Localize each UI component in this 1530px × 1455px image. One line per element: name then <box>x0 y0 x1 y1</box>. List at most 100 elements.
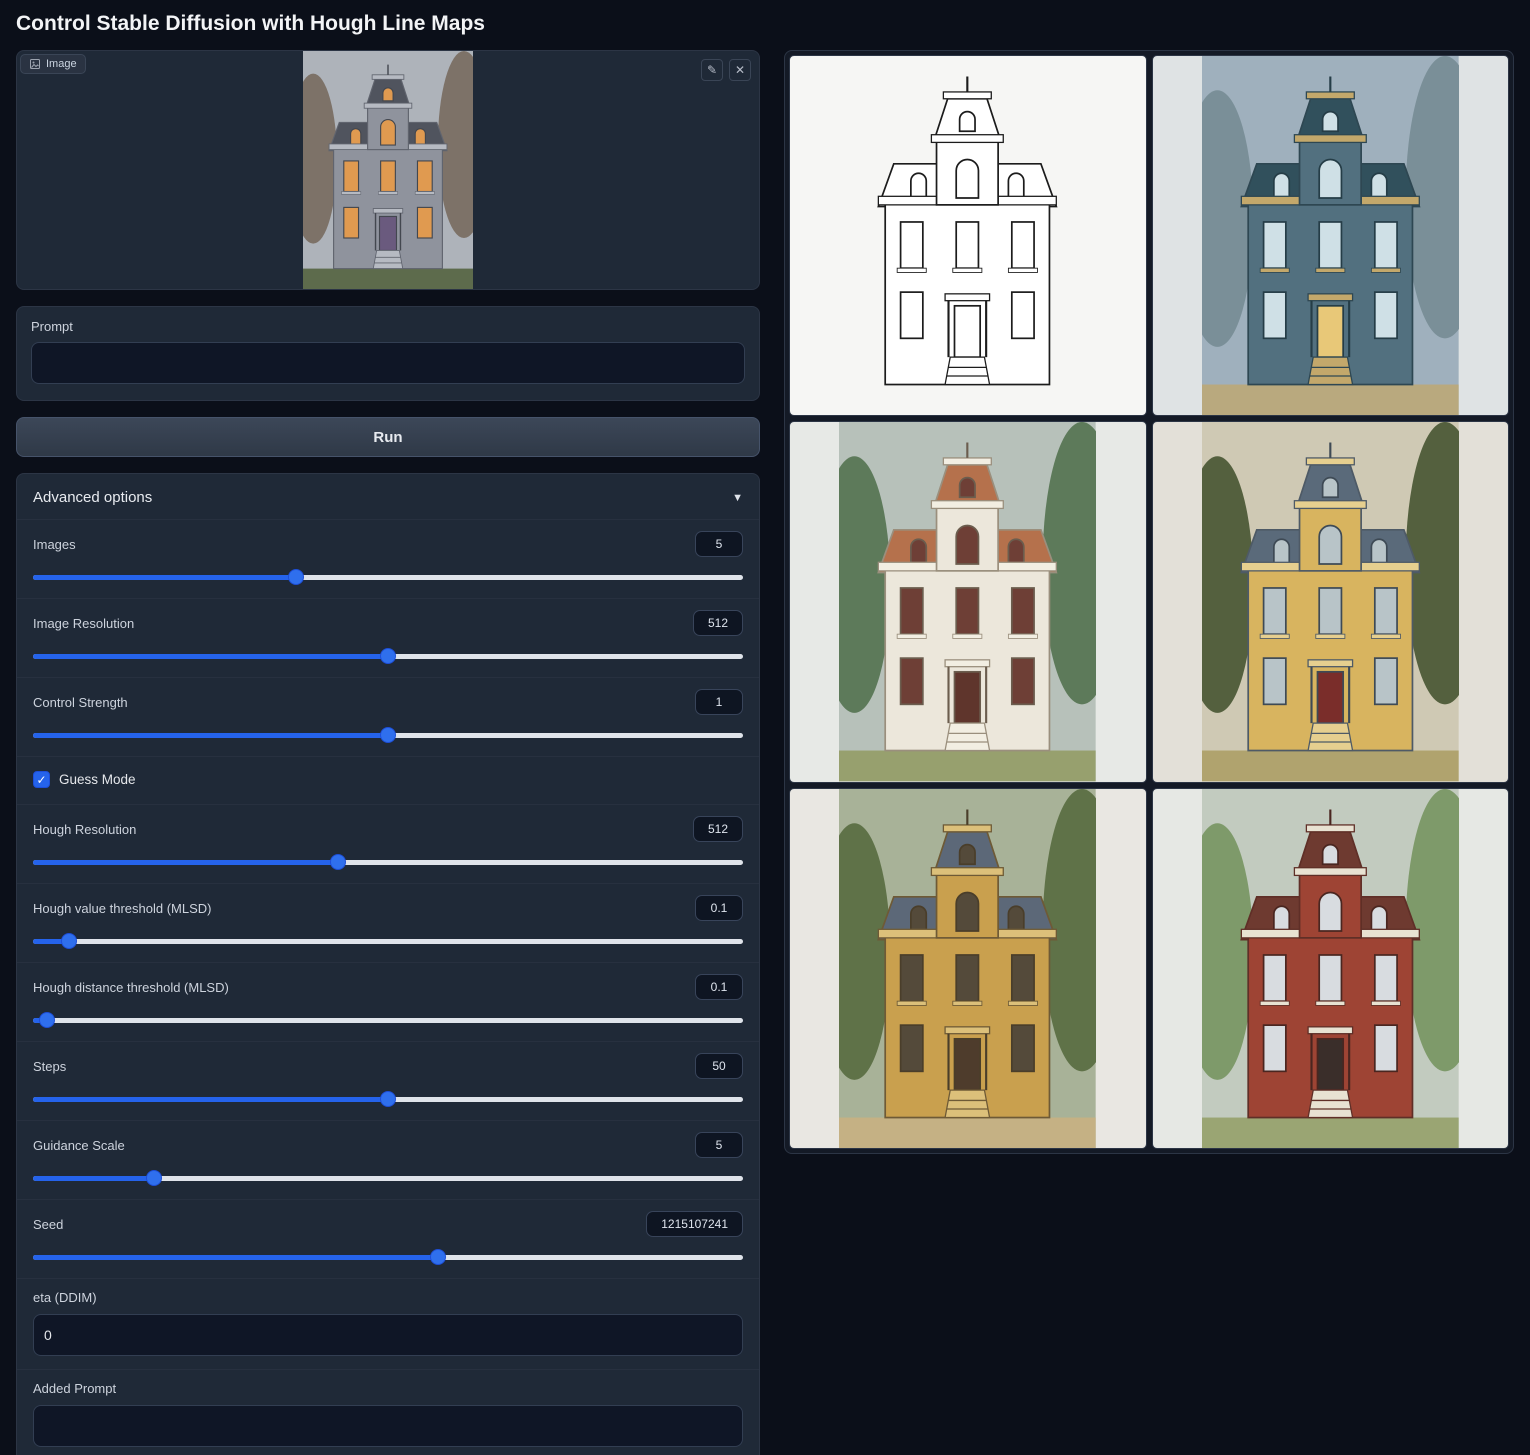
field-label: Added Prompt <box>33 1381 743 1396</box>
control-row-control-strength: Control Strength 1 <box>17 677 759 756</box>
added-prompt-input[interactable] <box>33 1405 743 1447</box>
main-layout: Image ✎ ✕ <box>0 50 1530 1455</box>
clear-image-button[interactable]: ✕ <box>729 59 751 81</box>
eta-ddim-input[interactable] <box>33 1314 743 1356</box>
control-row-images: Images 5 <box>17 519 759 598</box>
gallery-item-yellow-house[interactable] <box>1152 421 1510 782</box>
slider-label: Seed <box>33 1217 63 1232</box>
gallery-item-golden-house[interactable] <box>789 788 1147 1149</box>
control-row-hough-resolution: Hough Resolution 512 <box>17 804 759 883</box>
slider-handle[interactable] <box>430 1249 446 1265</box>
control-row-image-resolution: Image Resolution 512 <box>17 598 759 677</box>
slider-value-box[interactable]: 512 <box>693 610 743 636</box>
slider-hough-resolution[interactable] <box>33 854 743 870</box>
slider-images[interactable] <box>33 569 743 585</box>
control-row-steps: Steps 50 <box>17 1041 759 1120</box>
slider-handle[interactable] <box>288 569 304 585</box>
gallery-item-hough-line-map[interactable] <box>789 55 1147 416</box>
slider-label: Hough Resolution <box>33 822 136 837</box>
result-gallery <box>784 50 1514 1154</box>
field-label: eta (DDIM) <box>33 1290 743 1305</box>
slider-track <box>33 1018 743 1023</box>
slider-value-box[interactable]: 1215107241 <box>646 1211 743 1237</box>
control-row-guess-mode: ✓ Guess Mode <box>17 756 759 804</box>
slider-image-resolution[interactable] <box>33 648 743 664</box>
control-row-seed: Seed 1215107241 <box>17 1199 759 1278</box>
slider-label: Hough distance threshold (MLSD) <box>33 980 229 995</box>
checkbox-label: Guess Mode <box>59 772 136 787</box>
slider-handle[interactable] <box>380 1091 396 1107</box>
control-row-hough-value-threshold-mlsd: Hough value threshold (MLSD) 0.1 <box>17 883 759 962</box>
right-column <box>784 50 1514 1154</box>
input-image-block: Image ✎ ✕ <box>16 50 760 290</box>
house-image <box>1202 789 1459 1148</box>
slider-steps[interactable] <box>33 1091 743 1107</box>
advanced-controls: Images 5 Image Resolution 512 Control Streng… <box>17 519 759 1455</box>
slider-hough-value-threshold-mlsd[interactable] <box>33 933 743 949</box>
control-row-eta-ddim: eta (DDIM) <box>17 1278 759 1369</box>
page-title: Control Stable Diffusion with Hough Line… <box>0 0 1530 50</box>
slider-label: Image Resolution <box>33 616 134 631</box>
slider-label: Hough value threshold (MLSD) <box>33 901 211 916</box>
accordion-arrow-icon: ▼ <box>732 492 743 504</box>
slider-fill <box>33 1176 154 1181</box>
slider-track <box>33 939 743 944</box>
gallery-item-blue-house[interactable] <box>1152 55 1510 416</box>
gallery-item-red-house[interactable] <box>1152 788 1510 1149</box>
slider-fill <box>33 1097 388 1102</box>
slider-label: Guidance Scale <box>33 1138 125 1153</box>
slider-value-box[interactable]: 0.1 <box>695 974 743 1000</box>
slider-value-box[interactable]: 1 <box>695 689 743 715</box>
slider-handle[interactable] <box>61 933 77 949</box>
image-icon <box>29 58 41 70</box>
checkbox-checked-icon[interactable]: ✓ <box>33 771 50 788</box>
slider-value-box[interactable]: 5 <box>695 531 743 557</box>
advanced-options-accordion[interactable]: Advanced options ▼ <box>17 474 759 519</box>
slider-fill <box>33 654 388 659</box>
image-toolbar: ✎ ✕ <box>701 59 751 81</box>
slider-handle[interactable] <box>146 1170 162 1186</box>
advanced-options-block: Advanced options ▼ Images 5 Image Resoluti… <box>16 473 760 1455</box>
house-image <box>1202 56 1459 415</box>
slider-hough-distance-threshold-mlsd[interactable] <box>33 1012 743 1028</box>
slider-handle[interactable] <box>380 648 396 664</box>
guess-mode-checkbox[interactable]: ✓ Guess Mode <box>33 768 743 791</box>
house-image <box>839 789 1096 1148</box>
slider-fill <box>33 575 296 580</box>
control-row-guidance-scale: Guidance Scale 5 <box>17 1120 759 1199</box>
app: Control Stable Diffusion with Hough Line… <box>0 0 1530 1455</box>
slider-seed[interactable] <box>33 1249 743 1265</box>
control-row-added-prompt: Added Prompt <box>17 1369 759 1455</box>
image-block-label-text: Image <box>46 58 77 70</box>
slider-label: Control Strength <box>33 695 128 710</box>
house-image <box>303 51 473 289</box>
house-image <box>839 56 1096 415</box>
slider-handle[interactable] <box>380 727 396 743</box>
house-image <box>1202 422 1459 781</box>
edit-image-button[interactable]: ✎ <box>701 59 723 81</box>
slider-label: Images <box>33 537 76 552</box>
advanced-options-label: Advanced options <box>33 489 152 506</box>
slider-handle[interactable] <box>330 854 346 870</box>
gallery-item-white-house[interactable] <box>789 421 1147 782</box>
house-image <box>839 422 1096 781</box>
slider-fill <box>33 1255 438 1260</box>
input-image[interactable] <box>17 51 759 289</box>
left-column: Image ✎ ✕ <box>16 50 760 1455</box>
slider-control-strength[interactable] <box>33 727 743 743</box>
slider-value-box[interactable]: 5 <box>695 1132 743 1158</box>
prompt-input[interactable] <box>31 342 745 384</box>
slider-handle[interactable] <box>39 1012 55 1028</box>
slider-fill <box>33 733 388 738</box>
prompt-block: Prompt <box>16 306 760 401</box>
run-button[interactable]: Run <box>16 417 760 457</box>
slider-fill <box>33 860 338 865</box>
image-block-label: Image <box>20 54 86 74</box>
prompt-label: Prompt <box>31 319 745 334</box>
slider-value-box[interactable]: 50 <box>695 1053 743 1079</box>
slider-label: Steps <box>33 1059 66 1074</box>
slider-guidance-scale[interactable] <box>33 1170 743 1186</box>
slider-value-box[interactable]: 512 <box>693 816 743 842</box>
slider-value-box[interactable]: 0.1 <box>695 895 743 921</box>
control-row-hough-distance-threshold-mlsd: Hough distance threshold (MLSD) 0.1 <box>17 962 759 1041</box>
